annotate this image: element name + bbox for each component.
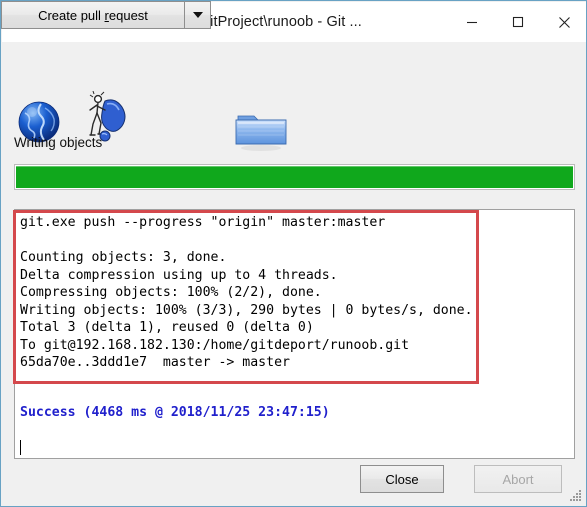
progress-bar xyxy=(14,164,575,190)
create-pull-request-split-button: Create pull request xyxy=(1,1,211,29)
abort-button: Abort xyxy=(474,465,562,493)
chevron-down-glyph xyxy=(192,12,203,18)
pull-request-label-suffix: equest xyxy=(108,7,148,23)
log-output-panel[interactable]: git.exe push --progress "origin" master:… xyxy=(14,209,575,459)
create-pull-request-button[interactable]: Create pull request xyxy=(1,1,185,29)
progress-status-label: Writing objects xyxy=(14,135,103,150)
progress-bar-fill xyxy=(16,166,573,188)
pull-request-label-prefix: Create pull xyxy=(38,7,105,23)
tortoisegit-push-dialog: C:\Users\Luolei\Desktop\GitProject\runoo… xyxy=(0,0,587,507)
close-button[interactable]: Close xyxy=(360,465,444,493)
minimize-button[interactable] xyxy=(449,2,495,42)
create-pull-request-label: Create pull request xyxy=(38,8,148,23)
success-status-line: Success (4468 ms @ 2018/11/25 23:47:15) xyxy=(20,405,330,420)
log-output-text: git.exe push --progress "origin" master:… xyxy=(20,215,473,370)
maximize-button[interactable] xyxy=(495,2,541,42)
transfer-icon-strip xyxy=(2,42,586,151)
text-caret xyxy=(20,440,21,455)
folder-icon xyxy=(232,106,290,152)
resize-grip[interactable] xyxy=(570,490,582,502)
close-icon[interactable] xyxy=(541,2,586,42)
chevron-down-icon[interactable] xyxy=(184,1,211,29)
